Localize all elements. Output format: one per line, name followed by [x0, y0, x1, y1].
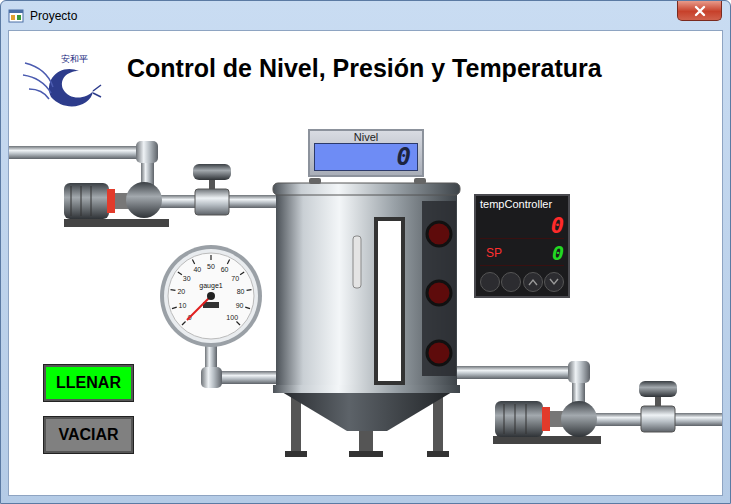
level-value: 0 — [397, 144, 411, 170]
gauge-tick-label: 100 — [226, 314, 238, 321]
temp-down-key[interactable] — [544, 272, 564, 292]
level-label: Nivel — [314, 131, 418, 143]
gauge-tick-label: 10 — [179, 302, 187, 309]
logo-text: 安和平 — [61, 53, 88, 66]
inlet-pump — [64, 182, 169, 227]
tank — [273, 178, 460, 457]
temp-sp-row: SP 0 — [480, 241, 564, 266]
temp-sp-label: SP — [480, 246, 502, 260]
level-screen: 0 — [314, 143, 418, 171]
tank-handle — [353, 236, 361, 288]
tank-indicator-light — [427, 222, 451, 246]
client-area: 安和平 Control de Nivel, Presión y Temperatu… — [8, 30, 723, 496]
gauge-tick-label: 50 — [207, 263, 215, 270]
title-bar: Proyecto — [8, 1, 723, 30]
outlet-pump — [493, 401, 601, 444]
app-title: Control de Nivel, Presión y Temperatura — [127, 54, 602, 83]
window-icon — [8, 8, 24, 24]
window-title: Proyecto — [30, 9, 77, 23]
gauge-tick-label: 90 — [236, 302, 244, 309]
logo: 安和平 — [21, 49, 103, 117]
gauge-label: gauge1 — [199, 282, 222, 290]
tank-indicator-light — [427, 341, 451, 365]
temp-up-key[interactable] — [523, 272, 543, 292]
down-arrow-icon — [549, 278, 559, 286]
gauge-tick-label: 80 — [237, 288, 245, 295]
temp-keys — [480, 268, 564, 292]
action-button[interactable]: VACIAR — [44, 417, 133, 453]
temp-controller-label: tempController — [480, 198, 564, 211]
inlet-valve — [193, 164, 231, 215]
pressure-gauge: 0102030405060708090100gauge1 — [159, 244, 263, 348]
gauge-tick-label: 70 — [231, 275, 239, 282]
up-arrow-icon — [528, 278, 538, 286]
level-display: Nivel0 — [308, 129, 424, 177]
tank-indicator-light — [427, 281, 451, 305]
button-group: LLENAR VACIAR — [44, 365, 133, 453]
temp-pv-value: 0 — [551, 213, 564, 238]
gauge-tick-label: 30 — [183, 275, 191, 282]
close-icon — [693, 5, 707, 17]
outlet-valve — [639, 381, 677, 432]
temp-pv-row: 0 — [480, 213, 564, 239]
gauge-tick-label: 40 — [193, 266, 201, 273]
temp-key[interactable] — [501, 272, 521, 292]
gauge-needle — [187, 296, 211, 320]
close-button[interactable] — [677, 1, 722, 21]
tank-level-fill — [378, 381, 401, 382]
sight-glass — [374, 217, 405, 385]
action-button[interactable]: LLENAR — [44, 365, 133, 401]
gauge-tick-label: 20 — [177, 288, 185, 295]
temp-sp-value: 0 — [552, 241, 564, 265]
gauge-pipe — [201, 341, 277, 388]
temp-controller: tempController 0 SP 0 — [474, 194, 570, 298]
app-window: Proyecto 安和平 Control de Nivel, Presión y T… — [0, 0, 731, 504]
gauge-tick-label: 60 — [221, 266, 229, 273]
temp-key[interactable] — [480, 272, 500, 292]
